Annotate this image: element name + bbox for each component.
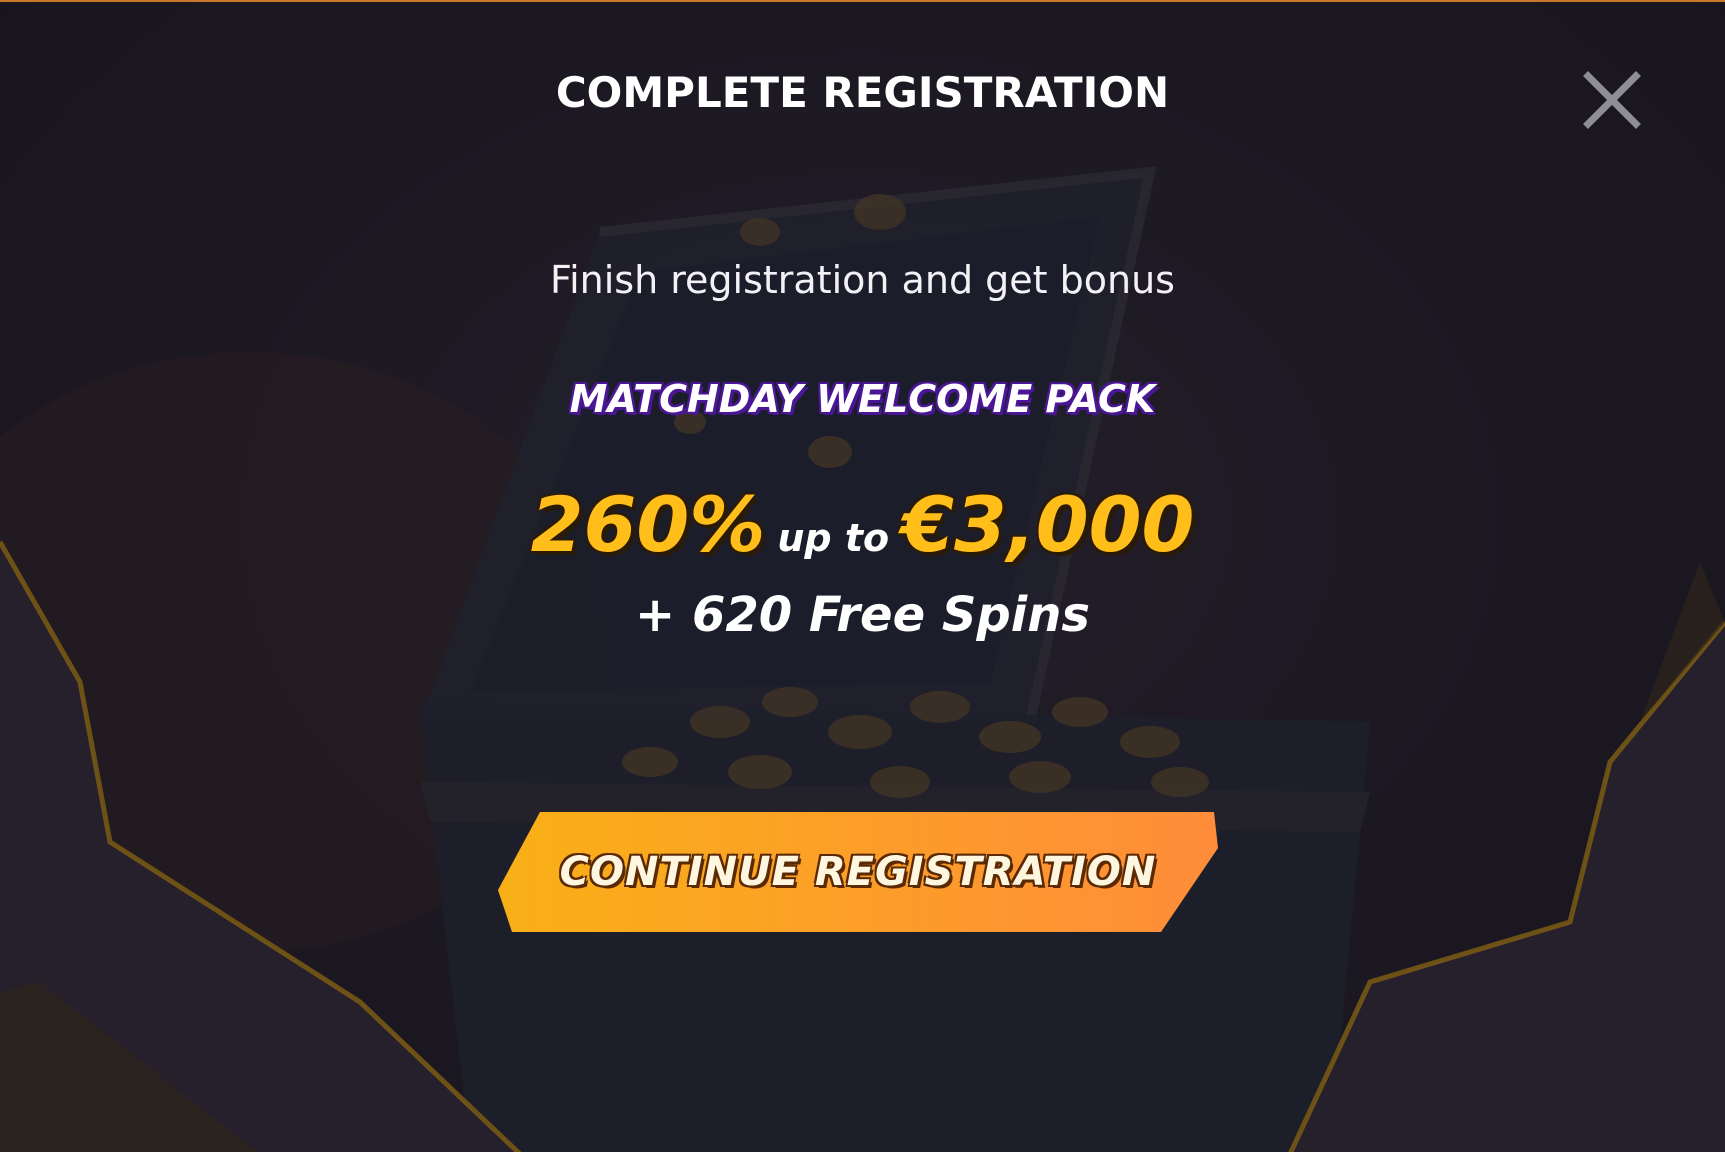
continue-registration-label: CONTINUE REGISTRATION	[559, 849, 1157, 895]
close-button[interactable]	[1580, 68, 1644, 132]
welcome-pack-name: MATCHDAY WELCOME PACK	[569, 377, 1156, 421]
continue-registration-button[interactable]: CONTINUE REGISTRATION	[498, 812, 1218, 932]
treasure-chest-background	[0, 2, 1725, 1152]
modal-title: COMPLETE REGISTRATION	[555, 68, 1170, 117]
free-spins-text: + 620 Free Spins	[635, 587, 1090, 643]
bonus-amount: €3,000	[901, 480, 1195, 569]
bonus-percent: 260%	[530, 480, 766, 569]
close-icon	[1583, 71, 1641, 129]
bonus-offer: 260% up to €3,000	[0, 480, 1725, 569]
registration-modal: COMPLETE REGISTRATION Finish registratio…	[0, 0, 1725, 1152]
bonus-connector: up to	[777, 516, 890, 560]
modal-subtitle: Finish registration and get bonus	[550, 258, 1175, 302]
